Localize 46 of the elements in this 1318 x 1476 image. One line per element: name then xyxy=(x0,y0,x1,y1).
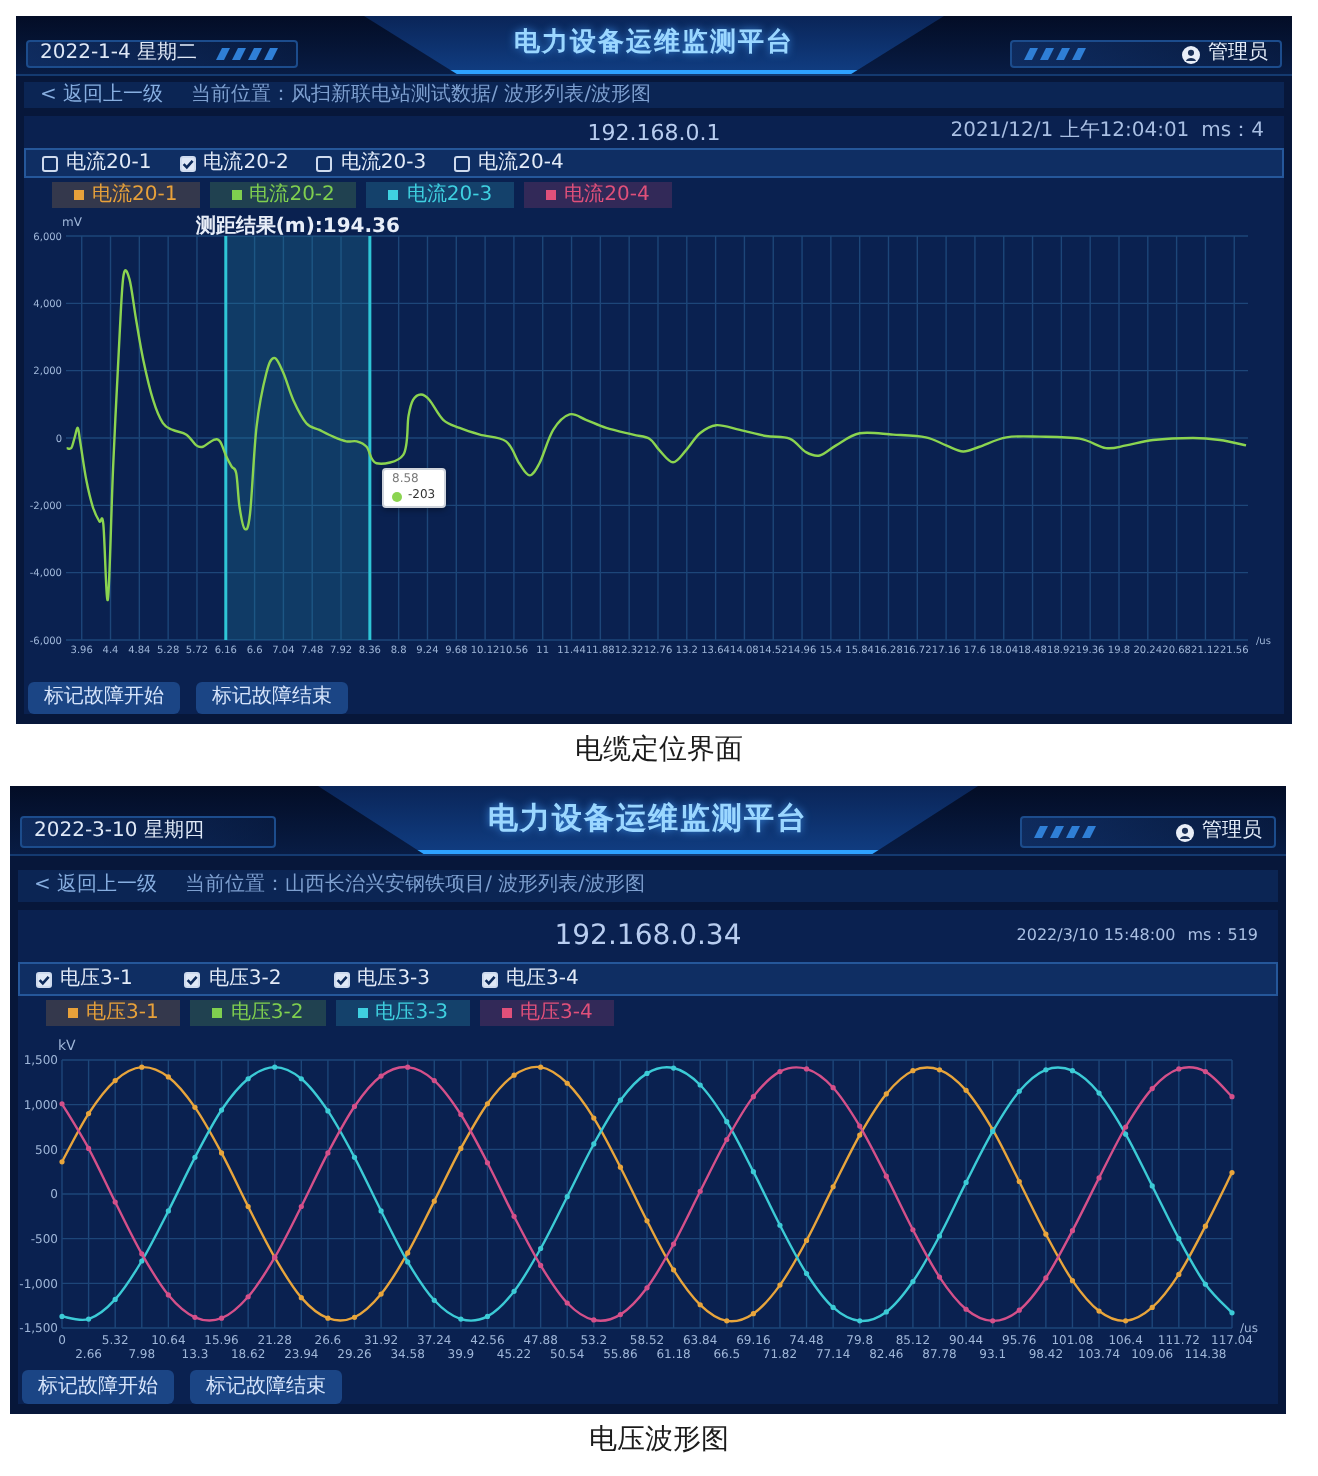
measurement-line[interactable] xyxy=(224,236,228,640)
timestamp: 2021/12/1 上午12:04:01 xyxy=(950,122,1190,142)
legend-item[interactable]: 电流20-4 xyxy=(524,182,672,208)
channel-checkbox[interactable]: 电流20-4 xyxy=(454,153,564,173)
legend-item[interactable]: 电压3-2 xyxy=(190,1000,326,1026)
breadcrumb-path: 当前位置：山西长治兴安钢铁项目/ 波形列表/波形图 xyxy=(185,876,645,896)
legend-item[interactable]: 电压3-4 xyxy=(480,1000,615,1026)
back-link[interactable]: < 返回上一级 xyxy=(34,876,158,896)
fault-end-button[interactable]: 标记故障结束 xyxy=(190,1370,342,1404)
slanted-stripes-icon xyxy=(216,48,284,60)
app-title: 电力设备运维监测平台 xyxy=(488,800,808,836)
back-link[interactable]: < 返回上一级 xyxy=(40,85,164,105)
user-name[interactable]: 管理员 xyxy=(1202,822,1262,842)
channel-checkbox[interactable]: 电压3-4 xyxy=(482,969,579,989)
ms-reading: ms：4 xyxy=(1201,122,1264,142)
figure-caption: 电压波形图 xyxy=(589,1424,729,1460)
slanted-stripes-icon xyxy=(1024,48,1092,60)
user-icon xyxy=(1176,823,1194,841)
channel-checkbox[interactable]: 电流20-2 xyxy=(179,153,289,173)
fault-start-button[interactable]: 标记故障开始 xyxy=(28,682,180,714)
fault-start-button[interactable]: 标记故障开始 xyxy=(22,1370,174,1404)
legend-item[interactable]: 电流20-1 xyxy=(52,182,200,208)
fault-end-button[interactable]: 标记故障结束 xyxy=(196,682,348,714)
legend-item[interactable]: 电流20-3 xyxy=(366,182,515,208)
legend-item[interactable]: 电压3-3 xyxy=(335,1000,471,1026)
channel-checkbox[interactable]: 电压3-2 xyxy=(184,969,282,989)
breadcrumb-path: 当前位置：风扫新联电站测试数据/ 波形列表/波形图 xyxy=(191,85,651,105)
channel-checkbox[interactable]: 电压3-1 xyxy=(36,969,133,989)
chart-title: 测距结果(m):194.36 xyxy=(195,216,400,238)
timestamp: 2022/3/10 15:48:00 xyxy=(1016,928,1176,944)
channel-checkbox[interactable]: 电流20-1 xyxy=(42,153,152,173)
app-title: 电力设备运维监测平台 xyxy=(514,27,794,59)
measurement-line[interactable] xyxy=(368,236,372,640)
figure-caption: 电缆定位界面 xyxy=(575,734,743,770)
device-ip: 192.168.0.1 xyxy=(587,121,721,143)
device-ip: 192.168.0.34 xyxy=(554,922,742,950)
ms-reading: ms：519 xyxy=(1187,928,1258,944)
user-name[interactable]: 管理员 xyxy=(1208,44,1268,64)
legend-item[interactable]: 电流20-2 xyxy=(209,182,357,208)
user-icon xyxy=(1182,45,1200,63)
date-text: 2022-3-10 星期四 xyxy=(34,822,204,842)
date-text: 2022-1-4 星期二 xyxy=(40,44,198,64)
channel-checkbox[interactable]: 电流20-3 xyxy=(316,153,427,173)
channel-checkbox[interactable]: 电压3-3 xyxy=(333,969,431,989)
legend-item[interactable]: 电压3-1 xyxy=(46,1000,181,1026)
slanted-stripes-icon xyxy=(1034,826,1102,838)
